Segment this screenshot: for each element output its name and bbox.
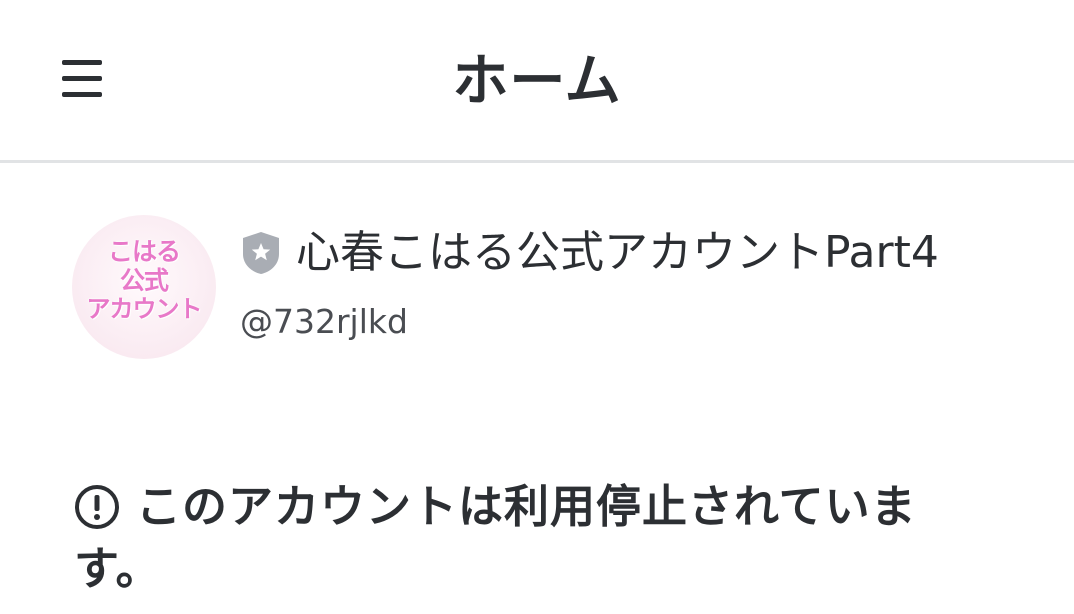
app-header: ホーム bbox=[0, 0, 1074, 163]
suspension-notice: このアカウントは利用停止されています。 bbox=[74, 476, 974, 600]
suspension-message: このアカウントは利用停止されています。 bbox=[74, 480, 917, 595]
avatar-logo-line1: こはる bbox=[107, 237, 181, 266]
account-name-row: 心春こはる公式アカウントPart4 bbox=[240, 223, 939, 283]
page-title: ホーム bbox=[452, 49, 622, 114]
avatar-logo-line2: 公式 bbox=[119, 266, 169, 295]
account-display-name: 心春こはる公式アカウントPart4 bbox=[296, 227, 939, 278]
avatar[interactable]: こはる 公式 アカウント bbox=[72, 215, 216, 359]
shield-star-icon bbox=[243, 232, 279, 274]
account-handle: @732rjlkd bbox=[240, 302, 408, 341]
profile-section: こはる 公式 アカウント 心春こはる公式アカウントPart4 @732rjlkd bbox=[0, 165, 1074, 415]
exclamation-circle-icon bbox=[75, 485, 119, 529]
avatar-logo-line3: アカウント bbox=[86, 295, 203, 323]
